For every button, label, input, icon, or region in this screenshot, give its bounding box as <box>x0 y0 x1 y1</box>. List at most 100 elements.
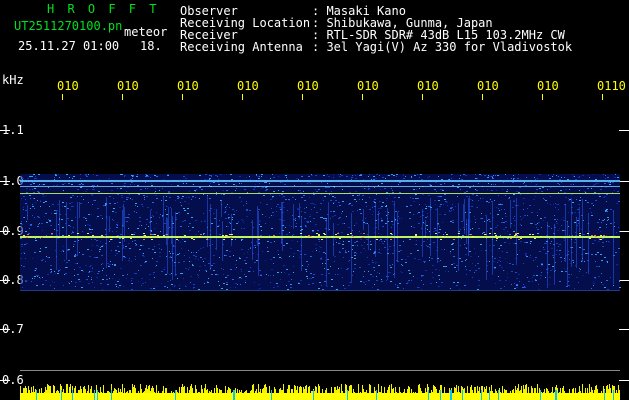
echo-bar <box>228 387 229 400</box>
noise-pixel <box>502 189 503 190</box>
noise-pixel <box>89 229 91 230</box>
noise-pixel <box>503 222 505 223</box>
echo-bar <box>239 390 240 400</box>
noise-pixel <box>165 200 167 201</box>
echo-bar <box>86 394 87 400</box>
echo-bar <box>414 394 415 400</box>
noise-pixel <box>354 225 355 226</box>
echo-bar <box>438 393 439 400</box>
noise-pixel <box>245 276 247 277</box>
noise-pixel <box>425 208 427 209</box>
noise-pixel <box>29 189 31 190</box>
noise-pixel <box>253 227 254 228</box>
echo-bar <box>568 393 569 400</box>
noise-pixel <box>119 238 121 239</box>
noise-pixel <box>181 248 182 249</box>
noise-pixel <box>514 288 515 289</box>
noise-pixel <box>617 265 618 266</box>
echo-bar <box>256 389 257 400</box>
noise-pixel <box>567 179 569 180</box>
echo-bar <box>251 390 252 400</box>
noise-pixel <box>357 195 358 196</box>
noise-pixel <box>518 192 520 193</box>
noise-pixel <box>516 285 518 286</box>
noise-pixel <box>593 185 594 186</box>
noise-pixel <box>70 209 71 210</box>
noise-pixel <box>32 258 33 259</box>
noise-pixel <box>598 276 600 277</box>
noise-pixel <box>321 285 322 286</box>
noise-pixel <box>452 249 454 250</box>
echo-bar <box>516 390 517 400</box>
noise-pixel <box>153 274 154 275</box>
noise-pixel <box>146 196 148 197</box>
noise-pixel <box>382 243 384 244</box>
noise-pixel <box>552 176 553 177</box>
noise-pixel <box>82 254 84 255</box>
noise-pixel <box>346 216 347 217</box>
noise-pixel <box>375 263 376 264</box>
noise-pixel <box>466 185 467 186</box>
echo-bar <box>349 386 350 400</box>
noise-pixel <box>576 199 577 200</box>
noise-pixel <box>86 238 87 239</box>
echo-bar <box>71 396 72 400</box>
signal-hotspot <box>529 234 531 235</box>
noise-pixel <box>362 195 364 196</box>
echo-bar <box>457 392 458 400</box>
echo-bar <box>547 389 548 400</box>
echo-bar <box>220 390 221 400</box>
noise-pixel <box>310 256 312 257</box>
echo-bar <box>119 392 120 400</box>
noise-pixel <box>311 175 313 176</box>
noise-pixel <box>332 196 334 197</box>
noise-pixel <box>44 216 45 217</box>
noise-pixel <box>329 229 330 230</box>
noise-pixel <box>426 225 428 226</box>
noise-pixel <box>505 174 506 175</box>
noise-pixel <box>190 276 192 277</box>
noise-pixel <box>201 189 203 190</box>
noise-pixel <box>265 260 266 261</box>
noise-pixel <box>348 241 350 242</box>
noise-pixel <box>417 213 418 214</box>
noise-pixel <box>568 226 569 227</box>
noise-pixel <box>188 197 190 198</box>
noise-pixel <box>59 177 60 178</box>
noise-pixel <box>335 239 336 240</box>
noise-pixel <box>572 202 574 203</box>
noise-pixel <box>83 271 84 272</box>
noise-pixel <box>327 214 328 215</box>
noise-pixel <box>31 176 33 177</box>
noise-pixel <box>464 244 465 245</box>
noise-pixel <box>451 178 452 179</box>
noise-pixel <box>498 208 499 209</box>
noise-pixel <box>315 248 317 249</box>
noise-pixel <box>365 250 366 251</box>
noise-pixel <box>137 228 139 229</box>
noise-pixel <box>321 274 323 275</box>
noise-pixel <box>605 210 607 211</box>
echo-bar <box>190 386 191 400</box>
time-tick-mark <box>62 94 63 100</box>
noise-pixel <box>525 185 527 186</box>
noise-pixel <box>595 200 597 201</box>
noise-pixel <box>40 200 41 201</box>
noise-pixel <box>449 211 451 212</box>
echo-bar <box>219 389 220 400</box>
time-tick-mark <box>422 94 423 100</box>
echo-bar <box>225 386 226 400</box>
noise-pixel <box>391 227 392 228</box>
noise-pixel <box>242 220 244 221</box>
noise-pixel <box>386 205 387 206</box>
noise-pixel <box>574 176 575 177</box>
noise-pixel <box>427 229 428 230</box>
noise-pixel <box>47 274 49 275</box>
signal-line-main <box>20 236 620 238</box>
noise-pixel <box>313 274 315 275</box>
noise-pixel <box>428 206 430 207</box>
noise-pixel <box>347 268 349 269</box>
echo-bar <box>265 384 266 400</box>
noise-pixel <box>227 226 229 227</box>
noise-pixel <box>452 204 453 205</box>
